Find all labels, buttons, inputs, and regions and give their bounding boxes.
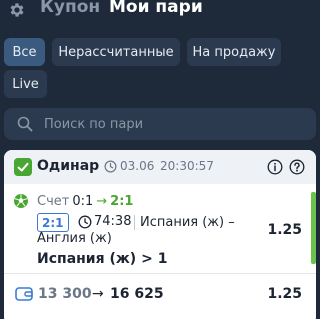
status-bar xyxy=(311,192,316,264)
bet-type: Одинар xyxy=(37,158,100,174)
bet-card-header: Одинар 03.06 20:30:57 xyxy=(4,150,316,184)
bet-event[interactable]: Счет 0:1 → 2:1 2:1 74:38 Испания (ж) – А… xyxy=(4,184,316,272)
clock-icon xyxy=(104,160,117,173)
search-bar xyxy=(4,108,316,140)
live-score-badge: 2:1 xyxy=(37,213,69,232)
stake-amount: 13 300 xyxy=(38,286,92,302)
filter-all[interactable]: Все xyxy=(4,38,45,66)
score-new: 2:1 xyxy=(110,194,134,209)
football-icon xyxy=(14,194,28,208)
match-time: 74:38 xyxy=(94,214,132,229)
score-old: 0:1 xyxy=(72,194,94,209)
bet-selection: Испания (ж) > 1 xyxy=(37,251,168,267)
wallet-icon xyxy=(15,287,33,301)
tab-coupon[interactable]: Купон xyxy=(40,0,100,17)
match-name-line1[interactable]: Испания (ж) – xyxy=(140,214,270,231)
bet-card[interactable]: Одинар 03.06 20:30:57 Счет 0:1 → 2:1 2:1… xyxy=(4,150,316,319)
check-icon xyxy=(14,158,32,176)
tab-my-bets[interactable]: Мои пари xyxy=(109,0,203,17)
header: Купон Мои пари xyxy=(0,0,320,22)
divider xyxy=(134,215,135,230)
clock-icon xyxy=(78,215,92,229)
score-arrow: → xyxy=(96,194,108,209)
payout-amount: 16 625 xyxy=(110,286,164,302)
bet-summary: 13 300 → 16 625 1.25 xyxy=(4,274,316,314)
search-input[interactable] xyxy=(44,108,304,140)
event-odd: 1.25 xyxy=(267,222,302,238)
bet-time: 20:30:57 xyxy=(160,159,214,173)
gear-icon[interactable] xyxy=(8,1,26,19)
filter-for-sale[interactable]: На продажу xyxy=(187,38,281,66)
total-odd: 1.25 xyxy=(267,286,302,302)
payout-arrow: → xyxy=(92,286,104,302)
match-name-line2[interactable]: Англия (ж) xyxy=(37,231,112,246)
score-change: Счет 0:1 → 2:1 xyxy=(37,194,133,209)
score-prefix: Счет xyxy=(37,194,70,209)
help-icon[interactable] xyxy=(289,159,305,175)
search-icon xyxy=(17,116,33,132)
info-icon[interactable] xyxy=(267,159,283,175)
bet-date: 03.06 xyxy=(120,159,155,173)
filter-unsettled[interactable]: Нерассчитанные xyxy=(52,38,180,66)
filter-live[interactable]: Live xyxy=(4,70,47,98)
